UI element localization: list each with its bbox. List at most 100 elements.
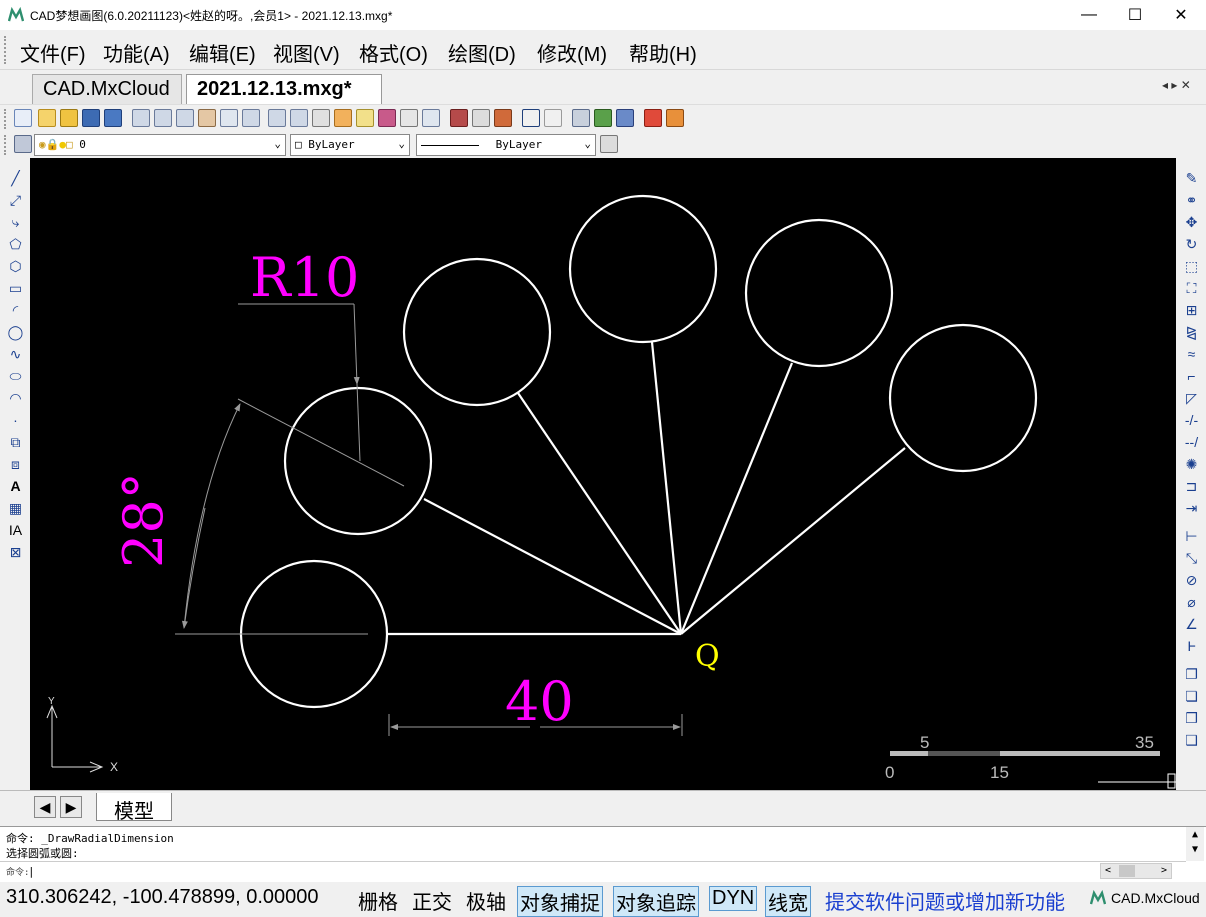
layer-properties-icon[interactable]: [378, 109, 396, 127]
point-icon[interactable]: ·: [7, 412, 24, 429]
join-icon[interactable]: ⇥: [1183, 500, 1200, 517]
zoom-realtime-icon[interactable]: [154, 109, 172, 127]
erase-icon[interactable]: ✎: [1183, 170, 1200, 187]
circle-6[interactable]: [888, 323, 1038, 473]
line-2[interactable]: [423, 498, 682, 635]
maximize-button[interactable]: ☐: [1112, 0, 1158, 30]
ellipse-icon[interactable]: ⬭: [7, 368, 24, 385]
zoom-previous-icon[interactable]: [268, 109, 286, 127]
array-icon[interactable]: ⊞: [1183, 302, 1200, 319]
pen-icon[interactable]: [400, 109, 418, 127]
chamfer-icon[interactable]: ◸: [1183, 390, 1200, 407]
scale-icon[interactable]: ⬚: [1183, 258, 1200, 275]
circle-5[interactable]: [744, 218, 894, 368]
make-block-icon[interactable]: ⧈: [7, 456, 24, 473]
tab-scroll-controls[interactable]: ◂ ▸ ✕: [1162, 78, 1191, 92]
line-6[interactable]: [680, 447, 906, 635]
print-icon[interactable]: [572, 109, 590, 127]
menu-modify[interactable]: 修改(M): [537, 38, 607, 67]
zoom-in-icon[interactable]: [176, 109, 194, 127]
rectangle-icon[interactable]: ▭: [7, 280, 24, 297]
zoom-all-icon[interactable]: [290, 109, 308, 127]
toggle-ortho[interactable]: 正交: [410, 886, 454, 915]
dimension-text-icon[interactable]: Ⱶ: [1183, 638, 1200, 655]
zoom-window-icon[interactable]: [132, 109, 150, 127]
grid-tool-icon[interactable]: [450, 109, 468, 127]
line-3[interactable]: [517, 392, 682, 635]
print-preview-icon[interactable]: [494, 109, 512, 127]
menu-help[interactable]: 帮助(H): [629, 38, 697, 67]
match-properties-icon[interactable]: [334, 109, 352, 127]
brush-icon[interactable]: [472, 109, 490, 127]
save-icon[interactable]: [82, 109, 100, 127]
command-input[interactable]: 命令: |: [0, 861, 1186, 881]
mtext-icon[interactable]: IA: [7, 522, 24, 539]
drawing-canvas[interactable]: R10 28° 40 Q 5 35 0 15 Y X: [30, 158, 1176, 790]
send-under-icon[interactable]: ❑: [1183, 732, 1200, 749]
menu-function[interactable]: 功能(A): [103, 38, 170, 67]
text-icon[interactable]: A: [7, 478, 24, 495]
render-icon[interactable]: [594, 109, 612, 127]
copy-icon[interactable]: ⚭: [1183, 192, 1200, 209]
command-window[interactable]: 命令: _DrawRadialDimension 选择圆弧或圆: 命令: | ▲…: [0, 826, 1206, 882]
pdf-export-icon[interactable]: [644, 109, 662, 127]
menu-format[interactable]: 格式(O): [359, 38, 428, 67]
insert-block-icon[interactable]: ⧉: [7, 434, 24, 451]
diameter-dimension-icon[interactable]: ⌀: [1183, 594, 1200, 611]
image-export-icon[interactable]: [666, 109, 684, 127]
redo-icon[interactable]: [544, 109, 562, 127]
undo-icon[interactable]: [522, 109, 540, 127]
arc-icon[interactable]: ◜: [7, 302, 24, 319]
trim-icon[interactable]: -/-: [1183, 412, 1200, 429]
move-icon[interactable]: [312, 109, 330, 127]
extend-icon[interactable]: --/: [1183, 434, 1200, 451]
menu-view[interactable]: 视图(V): [273, 38, 340, 67]
construction-line-icon[interactable]: ⤢: [7, 192, 24, 209]
menu-draw[interactable]: 绘图(D): [448, 38, 516, 67]
prev-layout-button[interactable]: ◀: [34, 796, 56, 818]
bring-above-icon[interactable]: ❒: [1183, 710, 1200, 727]
toggle-dyn[interactable]: DYN: [709, 886, 758, 911]
rotate-icon[interactable]: ↻: [1183, 236, 1200, 253]
polygon-icon[interactable]: ⬠: [7, 236, 24, 253]
menu-edit[interactable]: 编辑(E): [189, 38, 256, 67]
edit-text-icon[interactable]: [422, 109, 440, 127]
hatch-icon[interactable]: ▦: [7, 500, 24, 517]
ellipse-arc-icon[interactable]: ◠: [7, 390, 24, 407]
close-button[interactable]: ✕: [1158, 0, 1204, 30]
minimize-button[interactable]: —: [1066, 0, 1112, 30]
toggle-object-snap[interactable]: 对象捕捉: [517, 886, 603, 917]
resize-grip-icon[interactable]: [1167, 773, 1176, 789]
angular-dimension-icon[interactable]: ∠: [1183, 616, 1200, 633]
polyline-icon[interactable]: ⤷: [7, 214, 24, 231]
circle-4[interactable]: [568, 194, 718, 344]
circle-3[interactable]: [402, 257, 552, 407]
layer-select[interactable]: ◉🔒●□ 0 ⌄: [34, 134, 286, 156]
fillet-icon[interactable]: ⌐: [1183, 368, 1200, 385]
explode-icon[interactable]: ✺: [1183, 456, 1200, 473]
draw-order-back-icon[interactable]: ❏: [1183, 688, 1200, 705]
globe-icon[interactable]: [616, 109, 634, 127]
stretch-icon[interactable]: ⛶: [1183, 280, 1200, 297]
toggle-lineweight[interactable]: 线宽: [765, 886, 811, 917]
measure-angle-icon[interactable]: [220, 109, 238, 127]
pan-icon[interactable]: [198, 109, 216, 127]
linetype-select[interactable]: ByLayer ⌄: [416, 134, 596, 156]
open-file-icon[interactable]: [38, 109, 56, 127]
radius-dimension-icon[interactable]: ⊘: [1183, 572, 1200, 589]
mirror-icon[interactable]: ⧎: [1183, 324, 1200, 341]
linear-dimension-icon[interactable]: ⊢: [1183, 528, 1200, 545]
circle-icon[interactable]: ◯: [7, 324, 24, 341]
break-icon[interactable]: ⊐: [1183, 478, 1200, 495]
toggle-object-tracking[interactable]: 对象追踪: [613, 886, 699, 917]
next-layout-button[interactable]: ▶: [60, 796, 82, 818]
block-icon[interactable]: [356, 109, 374, 127]
feedback-link[interactable]: 提交软件问题或增加新功能: [823, 886, 1067, 915]
tab-model[interactable]: 模型: [96, 793, 172, 823]
lineweight-icon[interactable]: [600, 135, 618, 153]
horizontal-scrollbar[interactable]: < >: [1100, 863, 1172, 879]
open-folder-icon[interactable]: [60, 109, 78, 127]
layer-manager-icon[interactable]: [14, 135, 32, 153]
menu-file[interactable]: 文件(F): [20, 38, 86, 67]
aligned-dimension-icon[interactable]: ⤡: [1183, 550, 1200, 567]
